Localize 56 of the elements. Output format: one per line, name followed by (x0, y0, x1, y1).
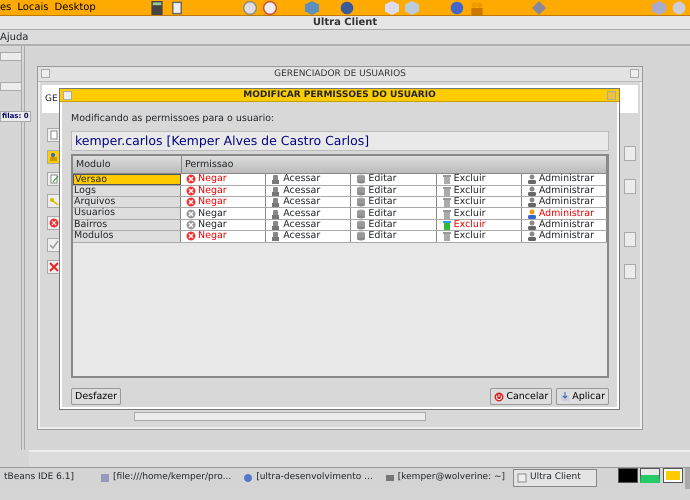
taskbar-item[interactable]: tBeans IDE 6.1] (0, 469, 78, 487)
user-field: kemper.carlos [Kemper Alves de Castro Carlos] (71, 131, 609, 152)
permission-option[interactable]: Excluir (436, 231, 522, 242)
column-header[interactable]: Permissao (182, 156, 607, 174)
permission-option[interactable]: Acessar (266, 197, 352, 208)
permission-option[interactable]: Editar (351, 220, 437, 230)
taskbar-item[interactable]: [ultra-desenvolvimento ... (239, 469, 377, 487)
permission-option[interactable]: Negar (181, 220, 266, 230)
permission-option[interactable]: Acessar (266, 220, 352, 230)
table-cell[interactable]: Versao (73, 174, 181, 185)
permission-option[interactable]: Administrar (522, 220, 608, 230)
permission-option[interactable]: Administrar (522, 186, 608, 196)
permission-option[interactable]: Excluir (436, 197, 522, 208)
permission-option[interactable]: Editar (351, 231, 437, 242)
taskbar-item[interactable]: [file:///home/kemper/pro... (96, 469, 236, 487)
permission-option[interactable]: Negar (181, 174, 266, 185)
table-cell[interactable]: Usuarios (73, 208, 181, 219)
column-header[interactable]: Modulo (73, 156, 182, 174)
permission-option[interactable]: Negar (181, 208, 266, 219)
permission-option[interactable]: Acessar (266, 186, 352, 196)
permission-option[interactable]: Administrar (522, 208, 608, 219)
permission-option[interactable]: Administrar (522, 231, 608, 242)
permission-option[interactable]: Editar (351, 186, 437, 196)
permission-option[interactable]: Excluir (436, 208, 522, 219)
window-title: GERENCIADOR DE USUARIOS (274, 69, 406, 79)
window-title: Ultra Client (312, 17, 378, 28)
permission-option[interactable]: Editar (351, 174, 437, 185)
prompt-text: Modificando as permissoes para o usuario: (71, 112, 276, 126)
dialog-title: MODIFICAR PERMISSOES DO USUARIO (243, 90, 436, 100)
cancel-button[interactable]: Cancelar (490, 388, 552, 406)
permission-option[interactable]: Excluir (436, 174, 522, 185)
menu-item[interactable]: Desktop (54, 0, 96, 15)
apply-button[interactable]: Aplicar (556, 388, 609, 406)
table-cell[interactable]: Logs (73, 186, 181, 196)
permission-option[interactable]: Negar (181, 197, 266, 208)
permission-option[interactable]: Excluir (436, 220, 522, 230)
table-cell[interactable]: Modulos (73, 231, 181, 242)
permission-option[interactable]: Acessar (266, 231, 352, 242)
permission-option[interactable]: Negar (181, 231, 266, 242)
undo-button[interactable]: Desfazer (71, 388, 122, 406)
permission-option[interactable]: Administrar (522, 197, 608, 208)
permission-option[interactable]: Administrar (522, 174, 608, 185)
table-cell[interactable]: Arquivos (73, 197, 181, 208)
menu-item[interactable]: Ajuda (0, 32, 28, 43)
taskbar-item[interactable]: [kemper@wolverine: ~] (380, 469, 510, 487)
permission-option[interactable]: Editar (351, 197, 437, 208)
permission-option[interactable]: Editar (351, 208, 437, 219)
taskbar-item[interactable]: Ultra Client (513, 469, 598, 487)
permission-option[interactable]: Acessar (266, 174, 352, 185)
table-cell[interactable]: Bairros (73, 220, 181, 230)
permission-option[interactable]: Negar (181, 186, 266, 196)
menu-item[interactable]: Locais (17, 0, 49, 15)
field-label: GE (45, 94, 58, 105)
permission-option[interactable]: Acessar (266, 208, 352, 219)
permission-option[interactable]: Excluir (436, 186, 522, 196)
menu-item[interactable]: es (0, 0, 12, 15)
